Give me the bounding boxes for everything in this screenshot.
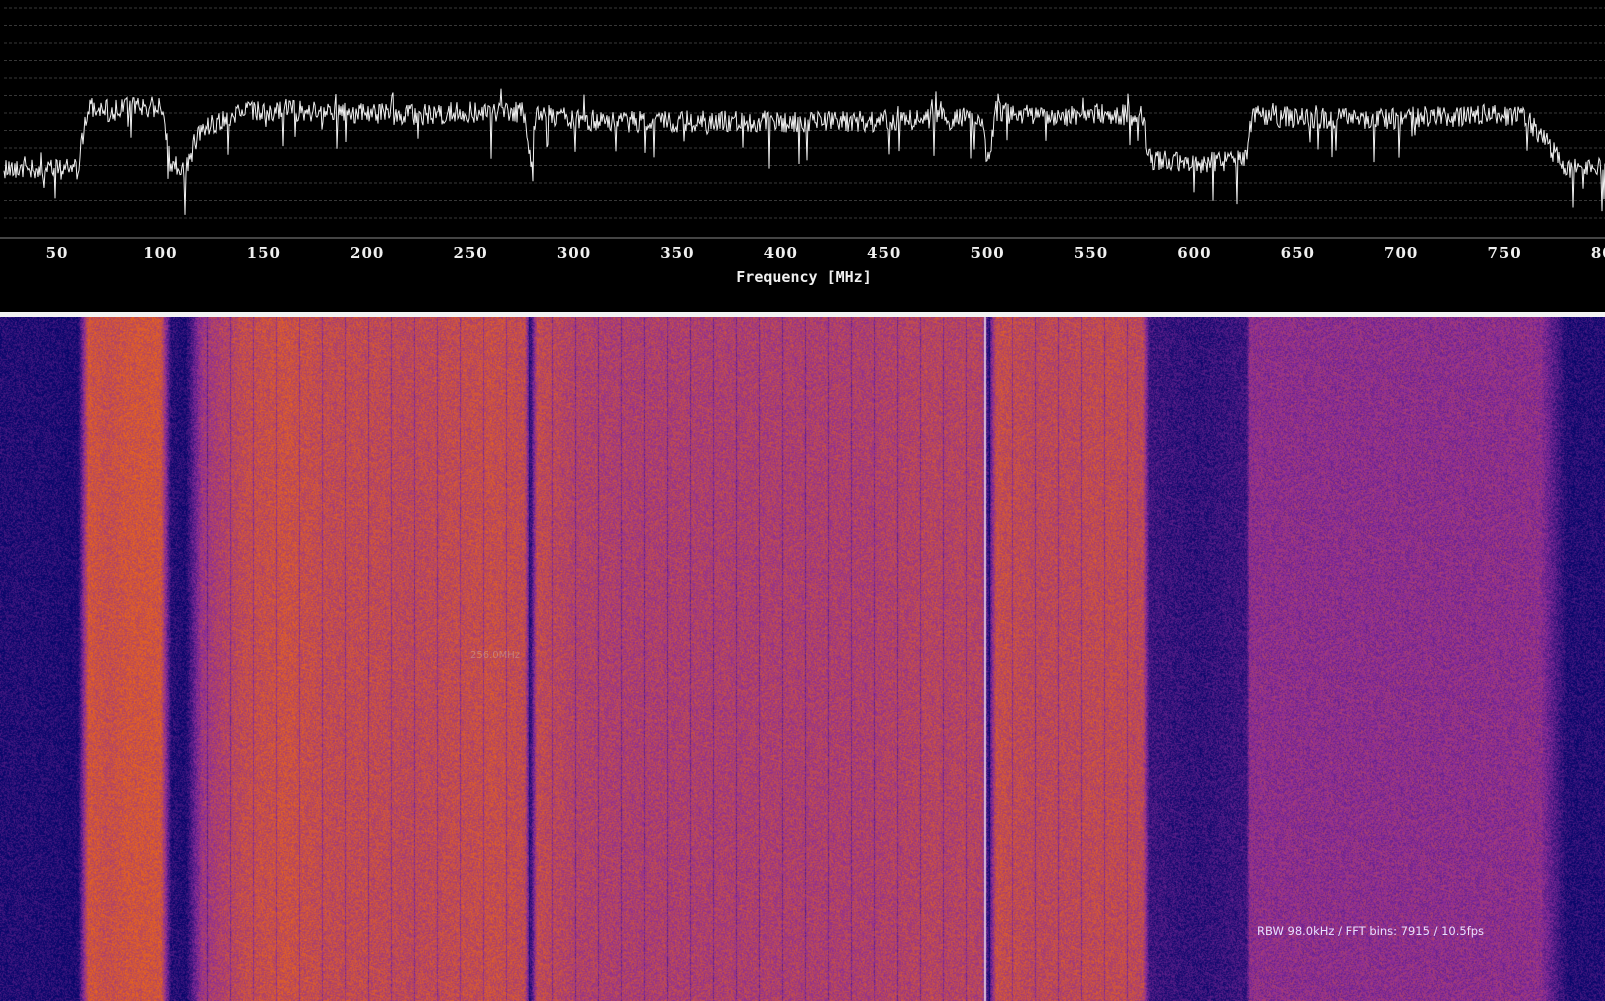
x-tick-label: 800 [1591, 244, 1605, 262]
waterfall-panel[interactable]: 256.0MHz RBW 98.0kHz / FFT bins: 7915 / … [0, 317, 1605, 1001]
x-tick-label: 400 [764, 244, 798, 262]
waterfall-display[interactable] [0, 317, 1605, 1001]
frequency-marker-label: 256.0MHz [470, 650, 521, 661]
x-tick-label: 600 [1177, 244, 1211, 262]
x-tick-label: 200 [350, 244, 384, 262]
x-tick-label: 500 [970, 244, 1004, 262]
x-tick-label: 700 [1384, 244, 1418, 262]
spectrum-plot[interactable]: 50 100 150 200 250 300 350 400 450 500 550 600 650 70… [0, 0, 1605, 312]
x-tick-labels: 50 100 150 200 250 300 350 400 450 500 550 600 650 70… [46, 244, 1605, 262]
x-tick-label: 650 [1281, 244, 1315, 262]
status-readout: RBW 98.0kHz / FFT bins: 7915 / 10.5fps [1257, 924, 1485, 938]
grid-lines [4, 7, 1605, 219]
x-axis-title: Frequency [MHz] [736, 268, 871, 286]
spectrum-panel[interactable]: 50 100 150 200 250 300 350 400 450 500 550 600 650 70… [0, 0, 1605, 312]
x-tick-label: 250 [453, 244, 487, 262]
x-tick-label: 100 [143, 244, 177, 262]
x-tick-label: 150 [247, 244, 281, 262]
x-tick-label: 50 [46, 244, 69, 262]
x-tick-label: 750 [1487, 244, 1521, 262]
x-tick-label: 450 [867, 244, 901, 262]
x-tick-label: 300 [557, 244, 591, 262]
x-tick-label: 550 [1074, 244, 1108, 262]
x-tick-label: 350 [660, 244, 694, 262]
spectrum-trace [3, 88, 1605, 215]
